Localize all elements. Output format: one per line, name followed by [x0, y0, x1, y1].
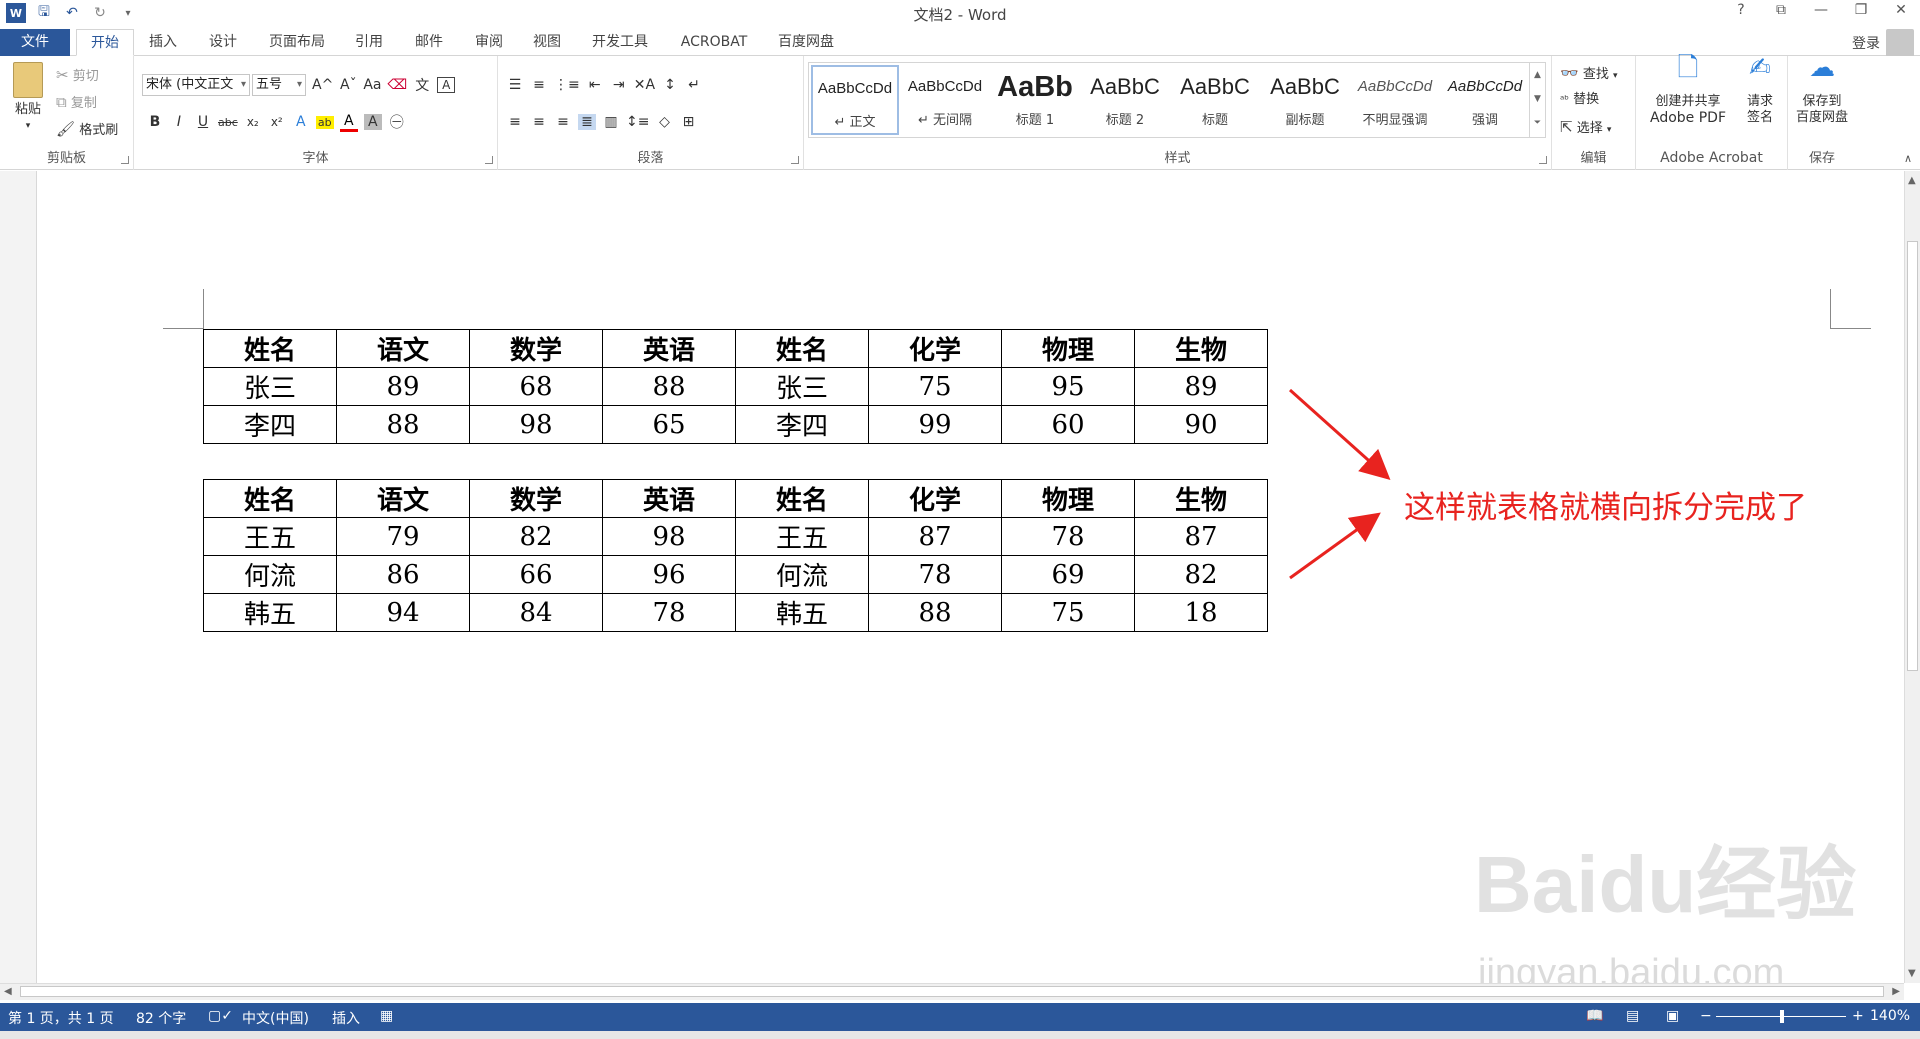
- baidu-watermark-logo: Baidu经验: [1474, 840, 1857, 929]
- zoom-out-icon[interactable]: −: [1700, 1008, 1712, 1024]
- proofing-icon[interactable]: ▢✓: [208, 1008, 233, 1024]
- scroll-up-arrow-icon[interactable]: ▲: [1908, 175, 1916, 186]
- scroll-right-arrow-icon[interactable]: ▶: [1892, 986, 1900, 997]
- word-count[interactable]: 82 个字: [136, 1008, 186, 1028]
- taskbar-strip: [0, 1031, 1920, 1039]
- horizontal-scrollbar[interactable]: ◀ ▶: [0, 983, 1904, 1000]
- zoom-in-icon[interactable]: +: [1852, 1008, 1864, 1024]
- status-bar: 第 1 页，共 1 页 82 个字 ▢✓ 中文(中国) 插入 ▦ 📖 ▤ ▣ −…: [0, 1003, 1920, 1031]
- read-mode-icon[interactable]: 📖: [1586, 1008, 1603, 1024]
- insert-mode[interactable]: 插入: [332, 1008, 360, 1028]
- print-layout-icon[interactable]: ▤: [1626, 1008, 1639, 1024]
- vertical-scrollbar[interactable]: ▲ ▼: [1904, 171, 1920, 983]
- page-count[interactable]: 第 1 页，共 1 页: [8, 1008, 114, 1028]
- macro-icon[interactable]: ▦: [380, 1008, 393, 1024]
- zoom-slider-thumb[interactable]: [1780, 1010, 1784, 1023]
- arrow-to-table-1: [1288, 388, 1391, 481]
- web-layout-icon[interactable]: ▣: [1666, 1008, 1679, 1024]
- horizontal-scroll-thumb[interactable]: [20, 986, 1884, 997]
- scroll-left-arrow-icon[interactable]: ◀: [4, 986, 12, 997]
- arrow-to-table-2: [1289, 512, 1381, 580]
- annotation-text: 这样就表格就横向拆分完成了: [1404, 490, 1807, 526]
- scroll-down-arrow-icon[interactable]: ▼: [1908, 968, 1916, 979]
- zoom-level[interactable]: 140%: [1870, 1008, 1910, 1024]
- vertical-scroll-thumb[interactable]: [1907, 241, 1918, 671]
- language-indicator[interactable]: 中文(中国): [242, 1008, 309, 1028]
